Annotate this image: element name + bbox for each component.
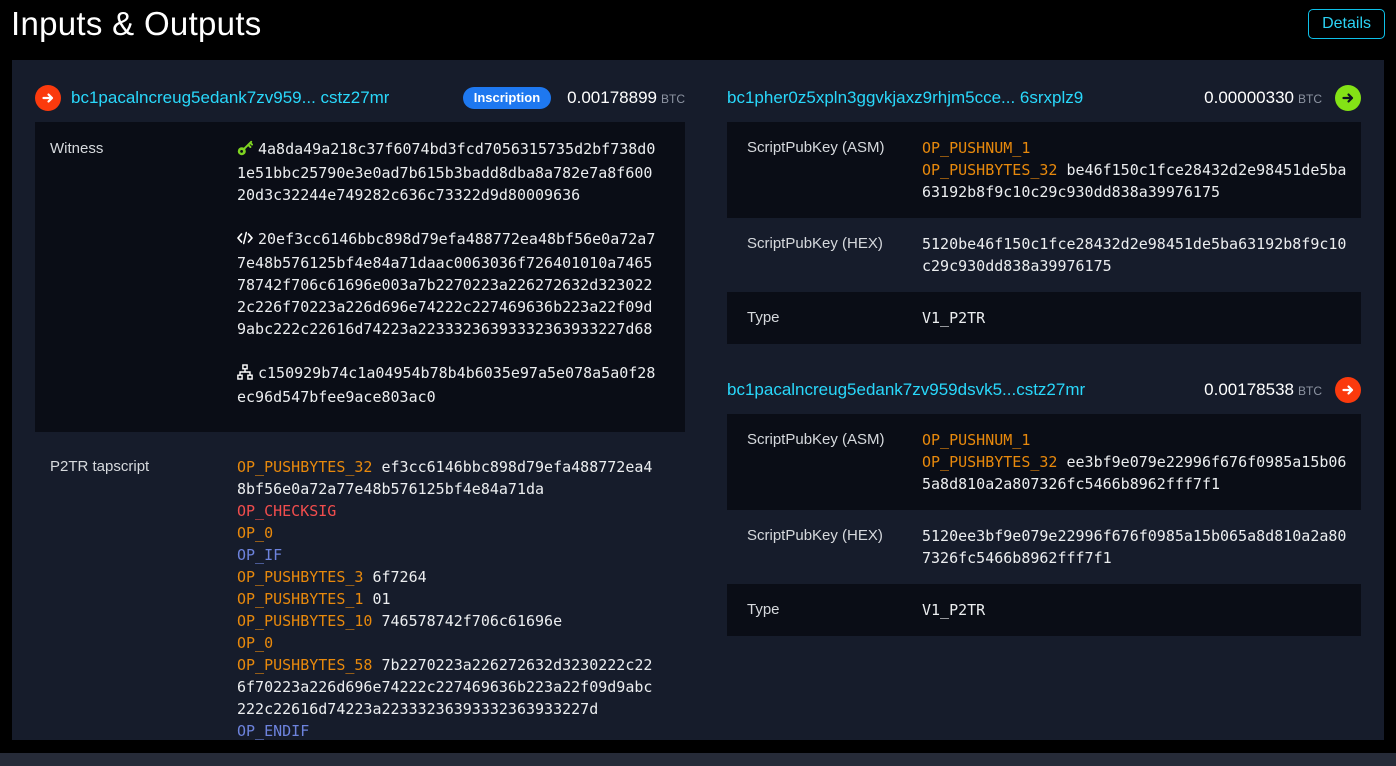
- hex-value: 5120ee3bf9e079e22996f676f0985a15b065a8d8…: [922, 525, 1350, 569]
- code-icon: [237, 230, 253, 252]
- input-amount: 0.00178899BTC: [567, 88, 685, 108]
- main-panel: bc1pacalncreug5edank7zv959... cstz27mr I…: [12, 60, 1384, 740]
- output-spend-arrow-icon[interactable]: [1335, 85, 1361, 111]
- inputs-column: bc1pacalncreug5edank7zv959... cstz27mr I…: [35, 84, 685, 740]
- output-header: bc1pher0z5xpln3ggvkjaxz9rhjm5cce... 6srx…: [727, 84, 1361, 112]
- opcode: OP_IF: [237, 546, 282, 564]
- witness-hex: 20ef3cc6146bbc898d79efa488772ea48bf56e0a…: [237, 230, 655, 338]
- op-data: 746578742f706c61696e: [382, 612, 563, 630]
- output-address[interactable]: bc1pher0z5xpln3ggvkjaxz9rhjm5cce... 6srx…: [727, 88, 1083, 108]
- control-block-icon: [237, 364, 253, 386]
- witness-hex: c150929b74c1a04954b78b4b6035e97a5e078a5a…: [237, 364, 655, 406]
- input-header: bc1pacalncreug5edank7zv959... cstz27mr I…: [35, 84, 685, 112]
- opcode: OP_PUSHBYTES_10: [237, 612, 372, 630]
- hex-label: ScriptPubKey (HEX): [727, 233, 922, 277]
- page-title: Inputs & Outputs: [11, 7, 262, 40]
- input-address[interactable]: bc1pacalncreug5edank7zv959... cstz27mr: [71, 88, 389, 108]
- op-line: OP_ENDIF: [237, 720, 657, 742]
- opcode: OP_ENDIF: [237, 722, 309, 740]
- opcode: OP_0: [237, 524, 273, 542]
- type-row: Type V1_P2TR: [727, 292, 1361, 344]
- inscription-badge: Inscription: [463, 87, 551, 109]
- asm-value: OP_PUSHNUM_1 OP_PUSHBYTES_32 ee3bf9e079e…: [922, 429, 1350, 495]
- opcode: OP_PUSHBYTES_32: [237, 458, 372, 476]
- btc-unit: BTC: [1298, 92, 1322, 106]
- op-line: OP_PUSHNUM_1: [922, 429, 1350, 451]
- witness-value: 4a8da49a218c37f6074bd3fcd7056315735d2bf7…: [237, 138, 657, 408]
- output-amount: 0.00178538BTC: [1204, 380, 1322, 400]
- btc-unit: BTC: [1298, 384, 1322, 398]
- op-data: 6f7264: [372, 568, 426, 586]
- title-bar: Inputs & Outputs Details: [0, 0, 1396, 47]
- op-line: OP_PUSHNUM_1: [922, 137, 1350, 159]
- witness-item-signature: 4a8da49a218c37f6074bd3fcd7056315735d2bf7…: [237, 138, 657, 206]
- hex-label: ScriptPubKey (HEX): [727, 525, 922, 569]
- btc-unit: BTC: [661, 92, 685, 106]
- opcode: OP_PUSHBYTES_32: [922, 161, 1057, 179]
- output-amount: 0.00000330BTC: [1204, 88, 1322, 108]
- op-line: OP_0: [237, 522, 657, 544]
- tapscript-label: P2TR tapscript: [35, 456, 237, 742]
- op-line: OP_PUSHBYTES_32 be46f150c1fce28432d2e984…: [922, 159, 1350, 203]
- opcode: OP_PUSHBYTES_1: [237, 590, 363, 608]
- output-card: bc1pacalncreug5edank7zv959dsvk5...cstz27…: [727, 376, 1361, 636]
- scriptpubkey-hex-row: ScriptPubKey (HEX) 5120be46f150c1fce2843…: [727, 218, 1361, 292]
- asm-value: OP_PUSHNUM_1 OP_PUSHBYTES_32 be46f150c1f…: [922, 137, 1350, 203]
- op-line: OP_IF: [237, 544, 657, 566]
- type-value: V1_P2TR: [922, 307, 1350, 329]
- asm-label: ScriptPubKey (ASM): [727, 429, 922, 495]
- witness-label: Witness: [35, 138, 237, 408]
- witness-row: Witness 4a8da49a218c37f6074bd3fcd7056315…: [35, 122, 685, 432]
- opcode: OP_PUSHBYTES_32: [922, 453, 1057, 471]
- type-value: V1_P2TR: [922, 599, 1350, 621]
- op-line: OP_PUSHBYTES_10 746578742f706c61696e: [237, 610, 657, 632]
- type-row: Type V1_P2TR: [727, 584, 1361, 636]
- output-spend-arrow-icon[interactable]: [1335, 377, 1361, 403]
- opcode: OP_PUSHNUM_1: [922, 139, 1030, 157]
- details-button[interactable]: Details: [1308, 9, 1385, 39]
- asm-label: ScriptPubKey (ASM): [727, 137, 922, 203]
- witness-item-script: 20ef3cc6146bbc898d79efa488772ea48bf56e0a…: [237, 228, 657, 340]
- input-arrow-icon[interactable]: [35, 85, 61, 111]
- witness-hex: 4a8da49a218c37f6074bd3fcd7056315735d2bf7…: [237, 140, 655, 204]
- op-line: OP_0: [237, 632, 657, 654]
- key-icon: [237, 140, 253, 162]
- op-line: OP_CHECKSIG: [237, 500, 657, 522]
- op-line: OP_PUSHBYTES_3 6f7264: [237, 566, 657, 588]
- opcode: OP_PUSHBYTES_58: [237, 656, 372, 674]
- opcode: OP_PUSHNUM_1: [922, 431, 1030, 449]
- tapscript-value: OP_PUSHBYTES_32 ef3cc6146bbc898d79efa488…: [237, 456, 657, 742]
- opcode: OP_0: [237, 634, 273, 652]
- op-line: OP_PUSHBYTES_58 7b2270223a226272632d3230…: [237, 654, 657, 720]
- op-line: OP_PUSHBYTES_32 ef3cc6146bbc898d79efa488…: [237, 456, 657, 500]
- output-address[interactable]: bc1pacalncreug5edank7zv959dsvk5...cstz27…: [727, 380, 1085, 400]
- scriptpubkey-hex-row: ScriptPubKey (HEX) 5120ee3bf9e079e22996f…: [727, 510, 1361, 584]
- tapscript-row: P2TR tapscript OP_PUSHBYTES_32 ef3cc6146…: [35, 432, 685, 760]
- scriptpubkey-asm-row: ScriptPubKey (ASM) OP_PUSHNUM_1 OP_PUSHB…: [727, 414, 1361, 510]
- opcode: OP_CHECKSIG: [237, 502, 336, 520]
- op-line: OP_PUSHBYTES_1 01: [237, 588, 657, 610]
- output-header: bc1pacalncreug5edank7zv959dsvk5...cstz27…: [727, 376, 1361, 404]
- hex-value: 5120be46f150c1fce28432d2e98451de5ba63192…: [922, 233, 1350, 277]
- outputs-column: bc1pher0z5xpln3ggvkjaxz9rhjm5cce... 6srx…: [727, 84, 1361, 740]
- output-card: bc1pher0z5xpln3ggvkjaxz9rhjm5cce... 6srx…: [727, 84, 1361, 344]
- witness-item-control-block: c150929b74c1a04954b78b4b6035e97a5e078a5a…: [237, 362, 657, 408]
- op-line: OP_PUSHBYTES_32 ee3bf9e079e22996f676f098…: [922, 451, 1350, 495]
- op-data: 01: [372, 590, 390, 608]
- type-label: Type: [727, 599, 922, 621]
- scriptpubkey-asm-row: ScriptPubKey (ASM) OP_PUSHNUM_1 OP_PUSHB…: [727, 122, 1361, 218]
- type-label: Type: [727, 307, 922, 329]
- opcode: OP_PUSHBYTES_3: [237, 568, 363, 586]
